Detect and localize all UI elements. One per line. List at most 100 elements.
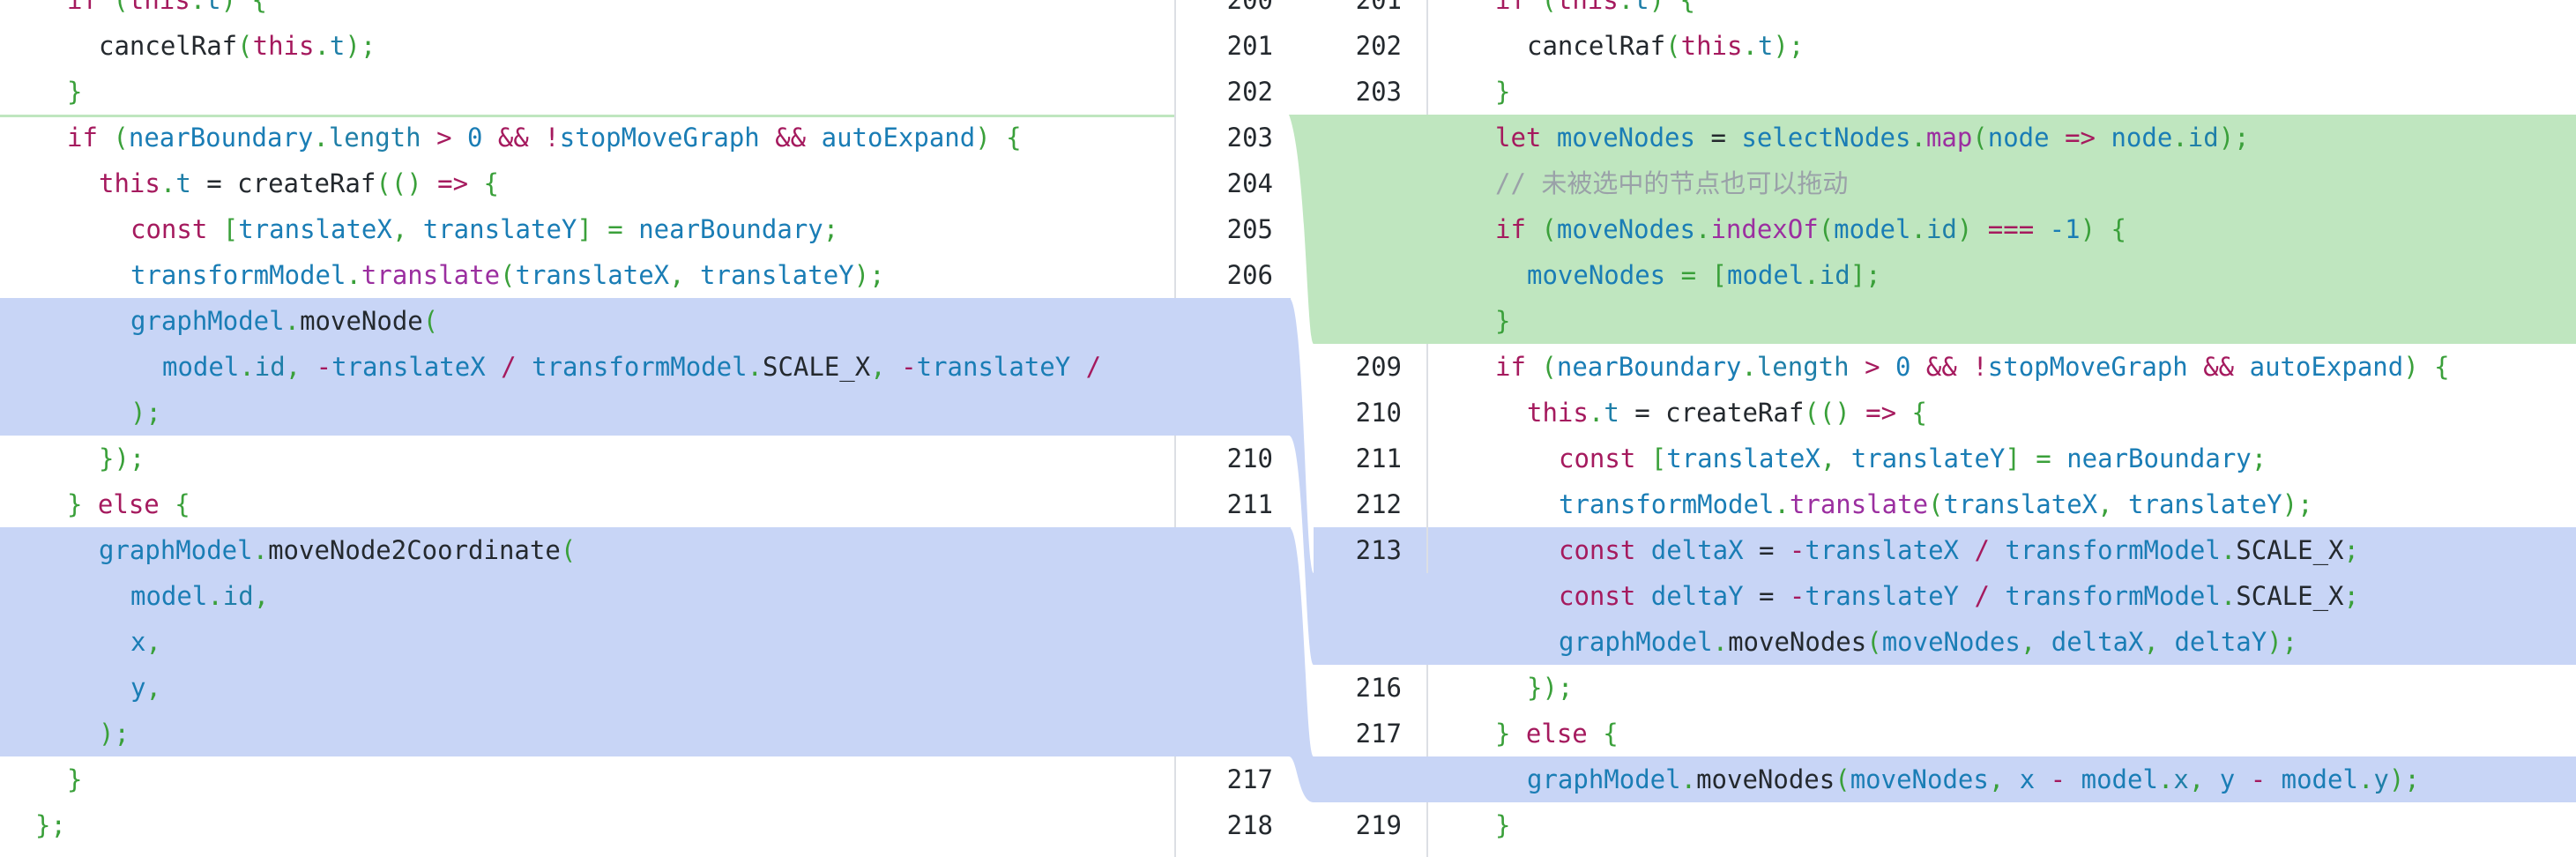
code-text: model.id, -translateX / transformModel.S… [162,344,1101,390]
code-token: . [160,168,176,198]
code-token: } [1495,77,1511,107]
code-token: . [2220,535,2237,565]
code-token: model [1834,214,1911,244]
code-token: ( [1866,627,1882,657]
code-token: = [ [1665,260,1727,290]
code-token: node [2111,123,2173,153]
code-token: model [2281,764,2358,794]
code-token: , [145,627,161,657]
code-token: transformModel [2005,535,2221,565]
code-line: moveNodes = [model.id]; [1428,252,2576,298]
code-token: ) { [220,0,268,15]
code-token: . [1741,352,1757,382]
code-token: nearBoundary [1556,352,1742,382]
code-token: } [67,489,98,519]
code-token: t [329,31,346,61]
code-token: ( [1665,31,1681,61]
code-text: ); [99,711,130,756]
code-line: x, [0,619,1174,665]
code-token: ); [2267,627,2298,657]
code-text: graphModel.moveNodes(moveNodes, deltaX, … [1559,619,2297,665]
code-line: }); [1428,665,2576,711]
code-token: const [1559,535,1651,565]
code-token: ] = [2005,443,2067,473]
code-token: , [145,673,161,703]
code-line: this.t = createRaf(() => { [0,160,1174,206]
code-text: moveNodes = [model.id]; [1527,252,1881,298]
code-text: let moveNodes = selectNodes.map(node => … [1495,115,2250,160]
code-text: }; [35,802,66,848]
code-line: // 未被选中的节点也可以拖动 [1428,160,2576,206]
code-text: model.id, [130,573,269,619]
code-text: } else { [67,481,190,527]
code-line: y, [0,665,1174,711]
code-text: y, [130,665,161,711]
code-line: transformModel.translate(translateX, tra… [0,252,1174,298]
code-line: } else { [0,481,1174,527]
code-line: } [0,69,1174,115]
code-token: ( [1541,214,1557,244]
code-token: translateY [2128,489,2282,519]
code-token: this [1527,398,1589,428]
code-token: y [2373,764,2389,794]
code-token: id [2187,123,2219,153]
code-token: / [485,352,532,382]
code-text: } else { [1495,711,1619,756]
code-token: , [2143,627,2175,657]
code-token: . [207,581,223,611]
code-token: moveNodes [1728,627,1867,657]
code-token: ; [2343,535,2359,565]
code-token: moveNode [300,306,423,336]
code-token: translateY [916,352,1071,382]
code-token: model [162,352,240,382]
code-text: cancelRaf(this.t); [1527,23,1804,69]
code-token: }; [35,810,66,840]
code-token: ]; [1850,260,1881,290]
code-text: }); [1527,665,1573,711]
code-token: ; [823,214,839,244]
code-token: ); [1773,31,1805,61]
code-line: model.id, -translateX / transformModel.S… [0,344,1174,390]
code-token: ! [544,123,560,153]
code-token: createRaf [237,168,376,198]
code-token: if [67,0,114,15]
code-token: deltaX [1650,535,1744,565]
code-token: - [2235,764,2282,794]
code-token: indexOf [1710,214,1819,244]
code-token: . [252,535,269,565]
code-token: ! [1972,352,1988,382]
code-token: . [1742,31,1758,61]
code-text: if (nearBoundary.length > 0 && !stopMove… [67,115,1022,160]
code-token: y [2219,764,2236,794]
code-token: this [128,0,190,15]
code-token: createRaf [1665,398,1805,428]
code-token: translateX [1943,489,2098,519]
code-text: const deltaX = -translateX / transformMo… [1559,527,2359,573]
code-token: }); [99,443,145,473]
code-token: { [468,168,499,198]
code-token: stopMoveGraph [559,123,760,153]
code-text: const deltaY = -translateY / transformMo… [1559,573,2359,619]
code-token: ); [853,260,885,290]
code-token: = [190,168,238,198]
left-code-pane: if (this.t) {cancelRaf(this.t);} if (near… [0,0,1174,857]
code-token: . [239,352,255,382]
code-token: (() [1804,398,1866,428]
code-token: autoExpand [821,123,976,153]
code-token: - [1789,535,1805,565]
code-line: } [1428,802,2576,848]
code-token: && [2187,352,2250,382]
code-text: graphModel.moveNodes(moveNodes, x - mode… [1527,756,2420,802]
code-token: if [1495,214,1542,244]
code-token: deltaY [2174,627,2267,657]
code-token: this [252,31,315,61]
code-token: x [130,627,146,657]
code-token: ); [2388,764,2420,794]
code-token: let [1495,123,1557,153]
code-token: } [1495,810,1511,840]
code-token: , [391,214,423,244]
code-token: . [1712,627,1729,657]
code-token: length [1756,352,1850,382]
code-text: // 未被选中的节点也可以拖动 [1495,160,1848,206]
code-token: SCALE_X [2236,581,2344,611]
